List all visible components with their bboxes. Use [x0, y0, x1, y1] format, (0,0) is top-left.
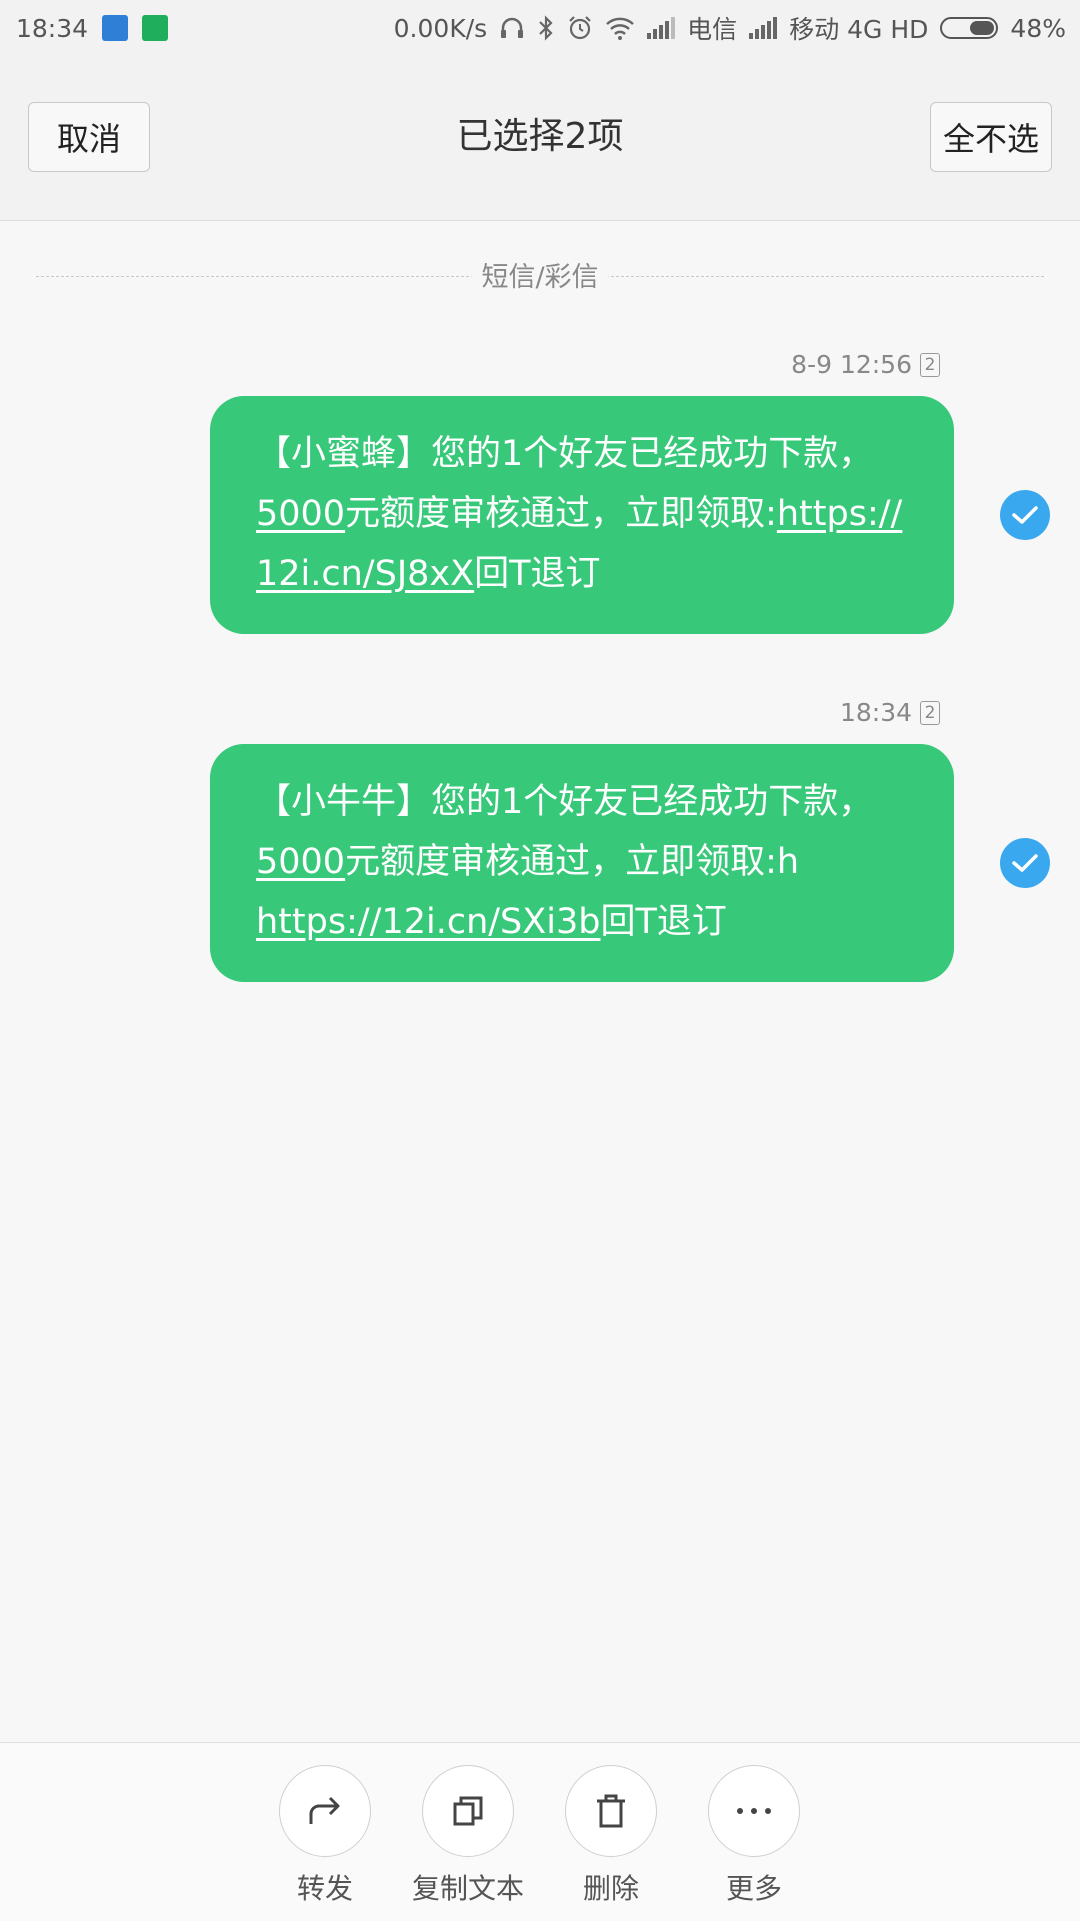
message-text: 回T退订: [474, 554, 601, 594]
message-timestamp: 8-9 12:56 2: [791, 350, 940, 379]
bluetooth-icon: [539, 15, 553, 41]
deselect-all-button[interactable]: 全不选: [930, 102, 1052, 172]
alarm-icon: [569, 16, 591, 40]
action-bar: 转发 复制文本 删除 更多: [0, 1742, 1080, 1921]
selected-checkmark-icon[interactable]: [1000, 838, 1050, 888]
status-time: 18:34: [16, 13, 89, 43]
carrier-1: 电信: [687, 15, 738, 44]
notification-app-icon: [102, 15, 129, 41]
copy-icon[interactable]: [422, 1765, 514, 1857]
phone-notification-icon: [142, 15, 169, 41]
selected-checkmark-icon[interactable]: [1000, 490, 1050, 540]
message-text: 【小牛牛】您的1个好友已经成功下款，: [256, 782, 874, 822]
url-link[interactable]: https://12i.cn/SXi3b: [256, 902, 600, 942]
forward-icon[interactable]: [279, 1765, 371, 1857]
more-button[interactable]: 更多: [689, 1765, 819, 1907]
net-speed: 0.00K/s: [393, 13, 488, 43]
forward-label: 转发: [296, 1872, 353, 1905]
signal-icon-2: [749, 17, 778, 39]
forward-button[interactable]: 转发: [260, 1765, 390, 1907]
more-label: 更多: [725, 1872, 782, 1905]
signal-icon-1: [647, 17, 676, 39]
message-bubble[interactable]: 【小牛牛】您的1个好友已经成功下款， 5000元额度审核通过，立即领取:h ht…: [210, 744, 954, 982]
sim-card-badge: 2: [920, 352, 940, 377]
more-dots-icon[interactable]: [708, 1765, 800, 1857]
amount-link[interactable]: 5000: [256, 494, 345, 534]
url-link[interactable]: https://: [777, 494, 902, 534]
divider-label: 短信/彩信: [471, 258, 609, 298]
headphones-icon: [501, 17, 524, 38]
message-bubble[interactable]: 【小蜜蜂】您的1个好友已经成功下款， 5000元额度审核通过，立即领取:http…: [210, 396, 954, 634]
message-text: 【小蜜蜂】您的1个好友已经成功下款，: [256, 434, 874, 474]
delete-label: 删除: [582, 1872, 639, 1905]
trash-icon[interactable]: [565, 1765, 657, 1857]
amount-link[interactable]: 5000: [256, 842, 345, 882]
message-text: 元额度审核通过，立即领取:h: [345, 842, 800, 882]
wifi-icon: [606, 17, 635, 40]
carrier-2: 移动 4G HD: [789, 15, 929, 44]
copy-label: 复制文本: [411, 1872, 524, 1905]
battery-icon: [940, 17, 999, 39]
page-title: 已选择2项: [456, 116, 624, 157]
message-text: 回T退订: [600, 902, 727, 942]
timestamp-text: 8-9 12:56: [791, 350, 912, 379]
message-text: 元额度审核通过，立即领取:: [345, 494, 777, 534]
url-link[interactable]: 12i.cn/SJ8xX: [256, 554, 474, 594]
status-bar: 18:34 0.00K/s 电信 移动 4G HD 48%: [0, 0, 1080, 56]
selection-header: 取消 已选择2项 全不选: [0, 56, 1080, 221]
timestamp-text: 18:34: [839, 698, 912, 727]
delete-button[interactable]: 删除: [546, 1765, 676, 1907]
thread-divider: 短信/彩信: [36, 258, 1044, 298]
sim-card-badge: 2: [920, 700, 940, 725]
copy-text-button[interactable]: 复制文本: [403, 1765, 533, 1907]
message-timestamp: 18:34 2: [840, 698, 940, 727]
battery-percent: 48%: [1010, 13, 1066, 43]
